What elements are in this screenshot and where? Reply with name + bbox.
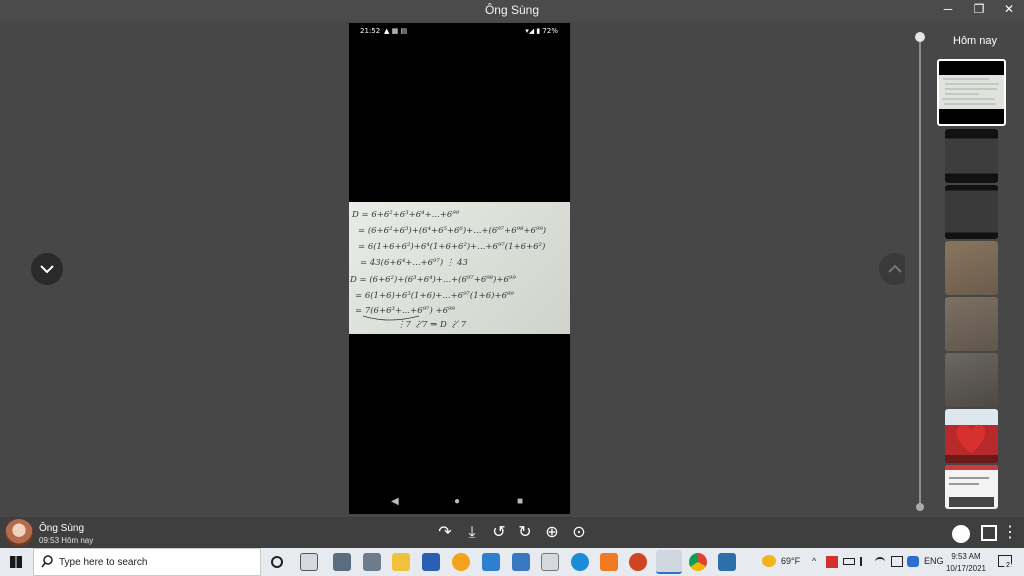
window-title: Ông Sùng (484, 3, 540, 17)
taskbar-search[interactable]: Type here to search (33, 548, 261, 576)
zoom-in-icon[interactable]: ⊕ (542, 523, 562, 543)
windows-start-icon[interactable] (10, 556, 22, 568)
math-line: = 43(6+6⁴+...+6⁹⁷) ⋮ 43 (360, 257, 468, 268)
image-viewer: 21:52 ▲ ▦ ▤ ▾◢ ▮ 72% D = 6+6²+6³+6⁴+...+… (0, 21, 911, 517)
zalo-tray-icon[interactable] (907, 556, 919, 567)
keyboard-icon[interactable] (891, 556, 903, 567)
weather-icon[interactable] (762, 555, 776, 567)
language-indicator[interactable]: ENG (924, 556, 944, 566)
phone-nav-bar: ◀ ● ■ (349, 492, 570, 514)
layout-icon[interactable] (981, 525, 997, 541)
volume-icon[interactable] (860, 557, 869, 566)
word-icon[interactable] (422, 553, 440, 571)
timeline-track[interactable] (919, 37, 921, 509)
thumbnail-dark-notes[interactable] (945, 185, 998, 239)
status-time: 21:52 (360, 27, 381, 35)
chevron-down-icon (40, 265, 54, 274)
notification-icon[interactable]: 2 (998, 555, 1012, 569)
avatar (5, 519, 33, 547)
math-line: = 6(1+6)+6³(1+6)+...+6⁹⁷(1+6)+6⁹⁹ (355, 290, 514, 301)
math-line: = 6(1+6+6²)+6⁴(1+6+6²)+...+6⁹⁷(1+6+6²) (358, 241, 545, 252)
phone-status-bar: 21:52 ▲ ▦ ▤ ▾◢ ▮ 72% (349, 23, 570, 37)
sender-name: Ông Sùng (39, 523, 85, 534)
sent-time: 09:53 Hôm nay (39, 536, 94, 545)
chevron-up-icon[interactable]: ^ (812, 556, 816, 566)
mail-icon[interactable] (482, 553, 500, 571)
clock-date: 10/17/2021 (945, 564, 987, 573)
antivirus-icon[interactable] (826, 556, 838, 568)
file-explorer-icon[interactable] (392, 553, 410, 571)
math-line: D = (6+6²)+(6³+6⁴)+...+(6⁹⁷+6⁹⁸)+6⁹⁹ (349, 274, 516, 285)
timeline-handle-bottom[interactable] (916, 503, 924, 511)
calculator-icon[interactable] (333, 553, 351, 571)
phone-screenshot: 21:52 ▲ ▦ ▤ ▾◢ ▮ 72% D = 6+6²+6³+6⁴+...+… (349, 23, 570, 514)
search-icon (41, 555, 53, 568)
cortana-icon[interactable] (271, 556, 283, 568)
chrome-icon[interactable] (689, 553, 707, 571)
math-line: D = 6+6²+6³+6⁴+...+6⁹⁹ (351, 210, 460, 220)
heart-icon (956, 424, 986, 453)
reaction-icon[interactable] (952, 525, 970, 543)
math-line: = 7(6+6³+...+6⁹⁷) +6⁹⁹ (355, 305, 455, 316)
math-line: ⋮7 ⋮̸7 ⇒ D ⋮̸ 7 (397, 320, 467, 330)
maximize-button[interactable]: ❐ (964, 0, 994, 18)
handwriting-photo: D = 6+6²+6³+6⁴+...+6⁹⁹ = (6+6²+6³)+(6⁴+6… (349, 210, 546, 330)
close-button[interactable]: ✕ (994, 0, 1024, 18)
thumbnail-screenshot[interactable] (945, 465, 998, 509)
photos-icon[interactable] (718, 553, 736, 571)
rotate-left-icon[interactable]: ↺ (489, 523, 509, 543)
thumbnail-math-photo[interactable] (937, 59, 1006, 126)
foxit-icon[interactable] (600, 553, 618, 571)
status-battery: ▾◢ ▮ 72% (525, 27, 558, 35)
camera-icon[interactable] (363, 553, 381, 571)
status-icons: ▲ ▦ ▤ (384, 27, 408, 35)
date-label: Hôm nay (953, 35, 998, 47)
windows-taskbar: Type here to search 69°F ^ ENG 9:53 AM 1… (0, 548, 1024, 576)
system-clock[interactable]: 9:53 AM 10/17/2021 (942, 551, 990, 575)
wifi-icon[interactable] (875, 557, 885, 566)
minimize-button[interactable]: ─ (933, 0, 963, 18)
weather-temp[interactable]: 69°F (781, 556, 800, 566)
remote-desktop-icon[interactable] (512, 553, 530, 571)
timeline-handle-top[interactable] (915, 32, 925, 42)
math-photo: D = 6+6²+6³+6⁴+...+6⁹⁹ = (6+6²+6³)+(6⁴+6… (349, 202, 570, 334)
thumbnail-paper-notes[interactable] (945, 297, 998, 351)
thumbnail-paper-notes[interactable] (945, 353, 998, 407)
search-placeholder: Type here to search (59, 557, 148, 568)
share-icon[interactable]: ↷ (435, 523, 455, 543)
firefox-icon[interactable] (452, 553, 470, 571)
zoom-fit-icon[interactable]: ⊙ (569, 523, 589, 543)
more-options-icon[interactable]: ⋮ (1000, 523, 1020, 543)
download-icon[interactable]: ⤓ (462, 523, 482, 543)
thumbnail-dark-notes[interactable] (945, 129, 998, 183)
thumbnail-paper-notes[interactable] (945, 241, 998, 295)
home-icon: ● (454, 496, 461, 507)
battery-icon[interactable] (843, 558, 855, 565)
zalo-icon[interactable] (656, 550, 682, 574)
collapse-button[interactable] (31, 253, 63, 285)
clock-time: 9:53 AM (951, 552, 981, 561)
powerpoint-icon[interactable] (629, 553, 647, 571)
back-icon: ◀ (391, 496, 399, 507)
recent-apps-icon: ■ (517, 496, 524, 507)
thumbnail-heart-photo[interactable] (945, 409, 998, 463)
task-view-icon[interactable] (300, 553, 318, 571)
thumbnail-sidebar: Hôm nay (905, 21, 1024, 517)
notification-count: 2 (1004, 562, 1012, 569)
edge-icon[interactable] (571, 553, 589, 571)
rotate-right-icon[interactable]: ↻ (515, 523, 535, 543)
snipping-tool-icon[interactable] (541, 553, 559, 571)
viewer-toolbar: Ông Sùng 09:53 Hôm nay ↷ ⤓ ↺ ↻ ⊕ ⊙ ⋮ (0, 517, 1024, 548)
window-titlebar: Ông Sùng ─ ❐ ✕ (0, 0, 1024, 21)
math-line: = (6+6²+6³)+(6⁴+6⁵+6⁶)+...+(6⁹⁷+6⁹⁸+6⁹⁹) (358, 225, 546, 236)
